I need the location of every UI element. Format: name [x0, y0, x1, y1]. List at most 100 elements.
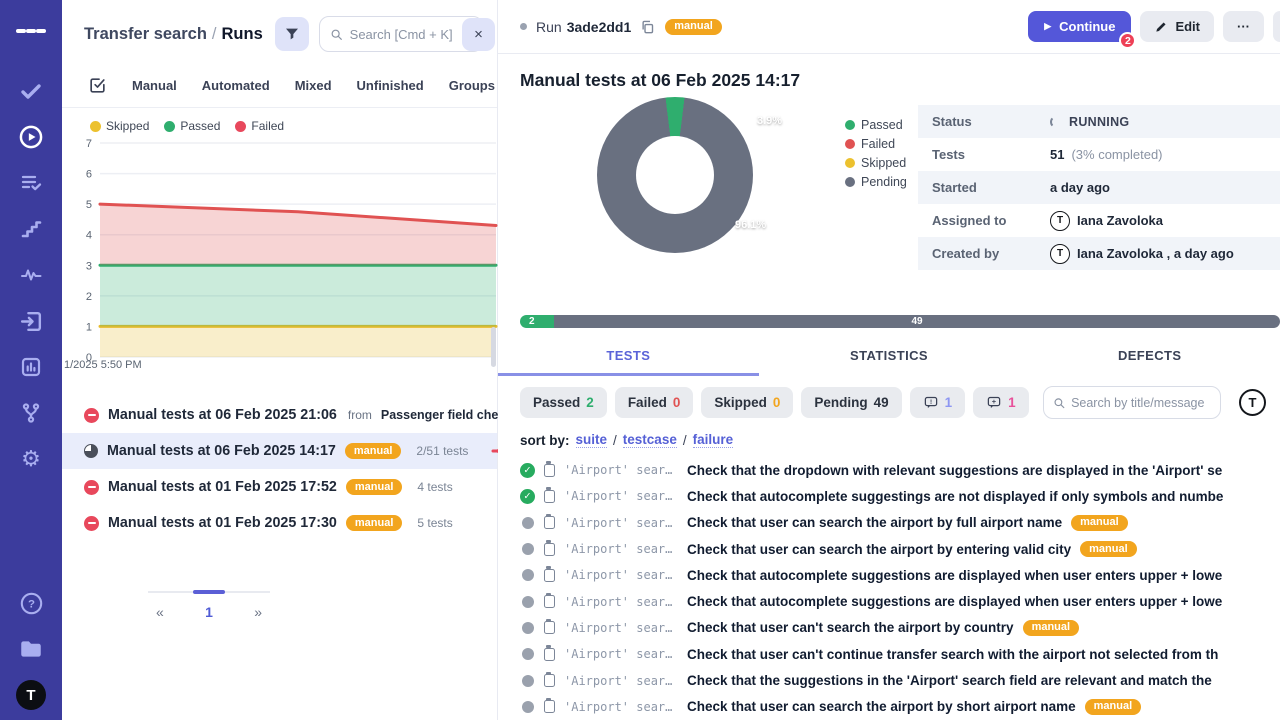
clipboard-icon [544, 595, 555, 608]
test-title[interactable]: Check that the dropdown with relevant su… [687, 463, 1222, 478]
testcases-check-icon[interactable] [16, 76, 46, 106]
test-suite[interactable]: 'Airport' sear… [564, 516, 678, 530]
steps-stairs-icon[interactable] [16, 214, 46, 244]
close-panel-button[interactable]: × [462, 18, 495, 51]
tab-manual[interactable]: Manual [132, 78, 177, 93]
filter-passed-chip[interactable]: Passed2 [520, 387, 607, 418]
manual-badge: manual [1071, 515, 1128, 531]
projects-folder-icon[interactable] [16, 634, 46, 664]
tab-tests[interactable]: TESTS [498, 340, 759, 376]
sort-by-failure[interactable]: failure [693, 432, 734, 448]
filter-skipped-chip[interactable]: Skipped0 [701, 387, 793, 418]
test-suite[interactable]: 'Airport' sear… [564, 542, 678, 556]
test-row[interactable]: 'Airport' sear… Check that user can't se… [498, 615, 1280, 641]
test-title[interactable]: Check that autocomplete suggestions are … [687, 594, 1222, 609]
test-title[interactable]: Check that user can search the airport b… [687, 699, 1076, 714]
test-row[interactable]: 'Airport' sear… Check that autocomplete … [498, 588, 1280, 614]
pager-page-1[interactable]: 1 [205, 604, 213, 620]
copy-icon[interactable] [640, 19, 655, 35]
app: ⚙ ? T × Transfer search/Runs Ma [0, 0, 1280, 720]
attachments-chip[interactable]: + 1 [973, 387, 1029, 418]
tab-groups[interactable]: Groups [449, 78, 495, 93]
legend-passed: Passed [164, 119, 220, 133]
tab-mixed[interactable]: Mixed [295, 78, 332, 93]
tests-search-input[interactable] [1071, 396, 1211, 410]
test-row[interactable]: ✓ 'Airport' sear… Check that the dropdow… [498, 457, 1280, 483]
test-title[interactable]: Check that user can search the airport b… [687, 542, 1071, 557]
test-title[interactable]: Check that autocomplete suggestions are … [687, 568, 1222, 583]
edit-button[interactable]: Edit [1140, 11, 1214, 42]
manual-badge: manual [1023, 620, 1080, 636]
run-detail-tabs: TESTS STATISTICS DEFECTS [498, 340, 1280, 376]
user-avatar[interactable]: T [16, 680, 46, 710]
continue-button[interactable]: ▶ Continue 2 [1028, 11, 1131, 42]
sort-by-testcase[interactable]: testcase [623, 432, 677, 448]
test-row[interactable]: 'Airport' sear… Check that the suggestio… [498, 667, 1280, 693]
tab-automated[interactable]: Automated [202, 78, 270, 93]
run-title: Manual tests at 01 Feb 2025 17:52 [108, 479, 337, 495]
runs-filter-tabs: Manual Automated Mixed Unfinished Groups [62, 76, 497, 108]
test-row[interactable]: 'Airport' sear… Check that user can sear… [498, 694, 1280, 720]
test-title[interactable]: Check that the suggestions in the 'Airpo… [687, 673, 1212, 688]
passed-status-icon: ✓ [520, 489, 535, 504]
tab-defects[interactable]: DEFECTS [1019, 340, 1280, 376]
test-row[interactable]: 'Airport' sear… Check that autocomplete … [498, 562, 1280, 588]
clipped-button[interactable] [1273, 11, 1280, 42]
test-row[interactable]: 'Airport' sear… Check that user can't co… [498, 641, 1280, 667]
creator-avatar[interactable]: T [1050, 244, 1070, 264]
tab-unfinished[interactable]: Unfinished [357, 78, 424, 93]
test-title[interactable]: Check that user can't search the airport… [687, 620, 1014, 635]
pager-prev-button[interactable]: « [156, 604, 164, 620]
test-suite[interactable]: 'Airport' sear… [564, 595, 678, 609]
test-suite[interactable]: 'Airport' sear… [564, 647, 678, 661]
from-plan-name[interactable]: Passenger field check [381, 408, 512, 422]
runs-play-icon[interactable] [16, 122, 46, 152]
test-suite[interactable]: 'Airport' sear… [564, 489, 678, 503]
passed-dot [164, 121, 175, 132]
reports-chart-icon[interactable] [16, 352, 46, 382]
assignee-avatar[interactable]: T [1050, 211, 1070, 231]
assignee-filter-avatar[interactable]: T [1239, 389, 1266, 416]
test-row[interactable]: 'Airport' sear… Check that user can sear… [498, 510, 1280, 536]
run-list-item[interactable]: Manual tests at 01 Feb 2025 17:52 manual… [62, 469, 497, 505]
branch-icon[interactable] [16, 398, 46, 428]
test-title[interactable]: Check that autocomplete suggestings are … [687, 489, 1223, 504]
pager-next-button[interactable]: » [254, 604, 262, 620]
import-box-icon[interactable] [16, 306, 46, 336]
runs-search[interactable] [319, 16, 483, 52]
comments-chip[interactable]: ! 1 [910, 387, 966, 418]
test-suite[interactable]: 'Airport' sear… [564, 700, 678, 714]
filter-pending-chip[interactable]: Pending49 [801, 387, 901, 418]
run-list-item[interactable]: Manual tests at 01 Feb 2025 17:30 manual… [62, 505, 497, 541]
test-suite[interactable]: 'Airport' sear… [564, 621, 678, 635]
test-suite[interactable]: 'Airport' sear… [564, 568, 678, 582]
run-detail-panel: Run 3ade2dd1 manual ▶ Continue 2 Edit ··… [498, 0, 1280, 720]
run-list-item-selected[interactable]: Manual tests at 06 Feb 2025 14:17 manual… [62, 433, 497, 469]
more-button[interactable]: ··· [1223, 11, 1264, 42]
test-suite[interactable]: 'Airport' sear… [564, 463, 678, 477]
test-suite[interactable]: 'Airport' sear… [564, 674, 678, 688]
pencil-icon [1154, 20, 1168, 34]
filter-failed-chip[interactable]: Failed0 [615, 387, 694, 418]
failed-dot [845, 139, 855, 149]
test-row[interactable]: ✓ 'Airport' sear… Check that autocomplet… [498, 483, 1280, 509]
tests-search[interactable] [1043, 386, 1221, 419]
runs-search-input[interactable] [350, 27, 472, 42]
activity-pulse-icon[interactable] [16, 260, 46, 290]
sort-by-suite[interactable]: suite [576, 432, 608, 448]
test-title[interactable]: Check that user can search the airport b… [687, 515, 1062, 530]
plans-list-check-icon[interactable] [16, 168, 46, 198]
filter-button[interactable] [275, 17, 309, 51]
test-row[interactable]: 'Airport' sear… Check that user can sear… [498, 536, 1280, 562]
menu-icon[interactable] [16, 16, 46, 46]
run-list-item[interactable]: Manual tests at 06 Feb 2025 21:06 from P… [62, 397, 497, 433]
test-title[interactable]: Check that user can't continue transfer … [687, 647, 1218, 662]
breadcrumb-parent[interactable]: Transfer search [84, 25, 207, 43]
select-checkbox-icon[interactable] [88, 76, 107, 95]
tab-statistics[interactable]: STATISTICS [759, 340, 1020, 376]
settings-gear-icon[interactable]: ⚙ [16, 444, 46, 474]
clipboard-icon [544, 543, 555, 556]
pager-divider [148, 591, 270, 593]
help-icon[interactable]: ? [16, 588, 46, 618]
chart-scrollbar[interactable] [491, 327, 496, 367]
